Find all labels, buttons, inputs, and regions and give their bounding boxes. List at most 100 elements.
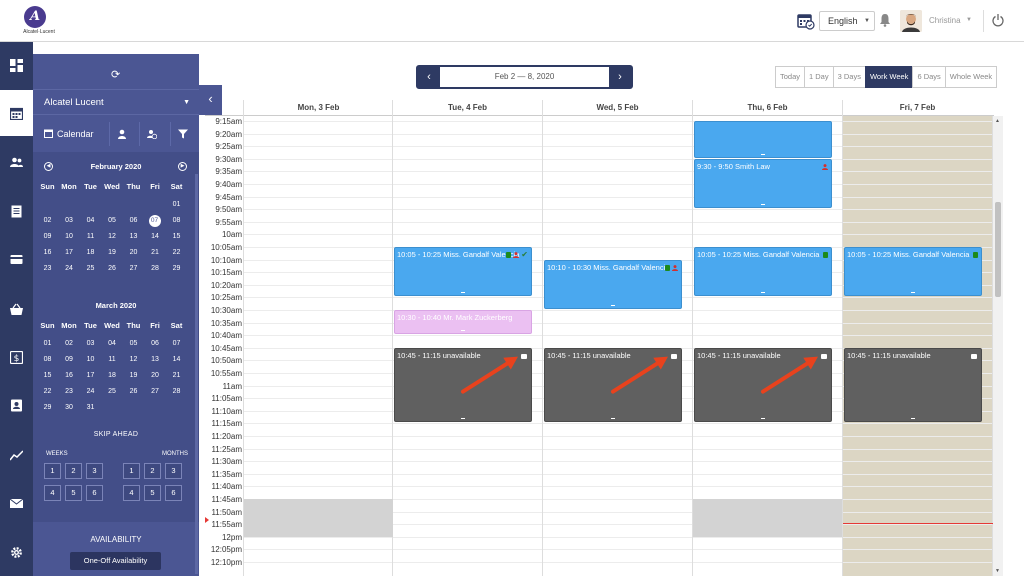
view-button[interactable]: Today (775, 66, 806, 88)
calendar-scrollbar[interactable]: ▲ ▼ (993, 116, 1003, 576)
power-icon[interactable] (992, 13, 1004, 27)
mini-calendar-day[interactable]: 21 (145, 245, 166, 261)
mini-calendar-day[interactable]: 13 (123, 229, 144, 245)
calendar-icon[interactable] (821, 353, 827, 359)
skip-months-button[interactable]: 4 (123, 485, 140, 501)
scroll-down-icon[interactable]: ▼ (995, 568, 1000, 574)
resize-handle[interactable] (911, 418, 915, 420)
resource-filter-button[interactable] (139, 122, 163, 146)
mini-calendar-day[interactable]: 23 (59, 384, 80, 400)
mini-calendar-day[interactable]: 03 (59, 213, 80, 229)
mini-calendar-day[interactable]: 02 (59, 336, 80, 352)
mini-calendar-day[interactable]: 01 (166, 197, 187, 213)
mini-calendar-day[interactable]: 07 (166, 336, 187, 352)
mini-calendar-day[interactable]: 14 (166, 352, 187, 368)
mini-calendar-day[interactable]: 05 (123, 336, 144, 352)
refresh-icon[interactable]: ⟳ (111, 68, 120, 81)
person-icon[interactable] (822, 163, 828, 170)
mini-calendar-day[interactable]: 09 (59, 352, 80, 368)
day-header[interactable]: Mon, 3 Feb (243, 100, 393, 116)
mini-calendar-day[interactable]: 11 (80, 229, 101, 245)
appointment-event[interactable]: 10:05 - 10:25 Miss. Gandalf Valencia (844, 247, 982, 297)
view-button[interactable]: 3 Days (832, 66, 866, 88)
previous-week-button[interactable]: ‹ (418, 67, 440, 87)
user-name[interactable]: Christina (929, 16, 961, 25)
account-select[interactable]: Alcatel Lucent ▼ (33, 89, 199, 115)
resize-handle[interactable] (461, 418, 465, 420)
resize-handle[interactable] (611, 304, 615, 306)
mini-calendar-day[interactable]: 27 (145, 384, 166, 400)
mini-calendar-day[interactable]: 17 (59, 245, 80, 261)
resize-handle[interactable] (461, 292, 465, 294)
appointment-event[interactable] (694, 121, 832, 158)
nav-payments[interactable] (0, 236, 33, 282)
skip-weeks-button[interactable]: 4 (44, 485, 61, 501)
appointment-event[interactable]: 10:05 - 10:25 Miss. Gandalf Valencia ✔ (394, 247, 532, 297)
day-header[interactable]: Wed, 5 Feb (542, 100, 692, 116)
mini-calendar-day[interactable]: 05 (102, 213, 123, 229)
mini-calendar-day[interactable]: 29 (37, 400, 58, 416)
mini-calendar-day[interactable]: 11 (102, 352, 123, 368)
mini-calendar-day[interactable]: 19 (123, 368, 144, 384)
unavailable-event[interactable]: 10:45 - 11:15 unavailable (694, 347, 832, 423)
trash-icon[interactable] (665, 264, 670, 271)
mini-calendar-day[interactable]: 09 (37, 229, 58, 245)
mini-calendar-day[interactable]: 03 (80, 336, 101, 352)
mini-calendar-day[interactable]: 15 (37, 368, 58, 384)
mini-calendar-day[interactable]: 31 (80, 400, 101, 416)
resize-handle[interactable] (461, 330, 465, 332)
person-icon[interactable] (672, 264, 678, 271)
mini-calendar-day[interactable]: 10 (80, 352, 101, 368)
mini-calendar-day[interactable]: 21 (166, 368, 187, 384)
appointment-event[interactable]: 10:30 - 10:40 Mr. Mark Zuckerberg (394, 310, 532, 335)
avatar[interactable] (900, 10, 922, 32)
date-range-label[interactable]: Feb 2 — 8, 2020 (440, 67, 609, 87)
staff-filter-button[interactable] (109, 122, 133, 146)
appointment-event[interactable]: 10:05 - 10:25 Miss. Gandalf Valencia (694, 247, 832, 297)
mini-calendar-day[interactable]: 13 (145, 352, 166, 368)
unavailable-event[interactable]: 10:45 - 11:15 unavailable (844, 347, 982, 423)
scrollbar-thumb[interactable] (995, 202, 1001, 297)
nav-dashboard[interactable] (0, 42, 33, 88)
filter-button[interactable] (170, 122, 194, 146)
view-button[interactable]: Work Week (864, 66, 914, 88)
mini-calendar-day[interactable]: 24 (80, 384, 101, 400)
mini-calendar-day[interactable]: 15 (166, 229, 187, 245)
mini-calendar-day[interactable]: 02 (37, 213, 58, 229)
mini-calendar-day[interactable]: 26 (123, 384, 144, 400)
next-month-icon[interactable]: ▶ (178, 162, 187, 171)
resize-handle[interactable] (611, 418, 615, 420)
resize-handle[interactable] (761, 204, 765, 206)
mini-calendar-day[interactable]: 18 (102, 368, 123, 384)
mini-calendar-day[interactable]: 08 (166, 213, 187, 229)
mini-calendar-day[interactable]: 19 (102, 245, 123, 261)
mini-calendar-day[interactable]: 01 (37, 336, 58, 352)
day-header[interactable]: Thu, 6 Feb (692, 100, 842, 116)
view-button[interactable]: Whole Week (944, 66, 998, 88)
view-button[interactable]: 1 Day (804, 66, 834, 88)
person-icon[interactable] (513, 252, 519, 258)
skip-weeks-button[interactable]: 6 (86, 485, 103, 501)
calendar-icon[interactable] (971, 353, 977, 359)
mini-calendar-day[interactable]: 06 (145, 336, 166, 352)
mini-calendar-day[interactable]: 27 (123, 261, 144, 277)
resize-handle[interactable] (911, 292, 915, 294)
mini-calendar-day[interactable]: 25 (102, 384, 123, 400)
nav-settings[interactable] (0, 529, 33, 575)
skip-weeks-button[interactable]: 2 (65, 463, 82, 479)
mini-calendar-day[interactable]: 07 (145, 213, 166, 229)
unavailable-event[interactable]: 10:45 - 11:15 unavailable (394, 347, 532, 423)
bell-icon[interactable] (879, 13, 891, 27)
resize-handle[interactable] (761, 418, 765, 420)
nav-billing[interactable]: $ (0, 334, 33, 380)
day-header[interactable]: Tue, 4 Feb (392, 100, 542, 116)
nav-reports[interactable] (0, 432, 33, 478)
next-week-button[interactable]: › (609, 67, 631, 87)
mini-calendar-day[interactable]: 20 (145, 368, 166, 384)
calendar-icon[interactable] (671, 353, 677, 359)
mini-calendar-day[interactable]: 08 (37, 352, 58, 368)
mini-calendar-day[interactable]: 04 (102, 336, 123, 352)
skip-months-button[interactable]: 3 (165, 463, 182, 479)
mini-calendar-day[interactable]: 20 (123, 245, 144, 261)
unavailable-event[interactable]: 10:45 - 11:15 unavailable (544, 347, 682, 423)
